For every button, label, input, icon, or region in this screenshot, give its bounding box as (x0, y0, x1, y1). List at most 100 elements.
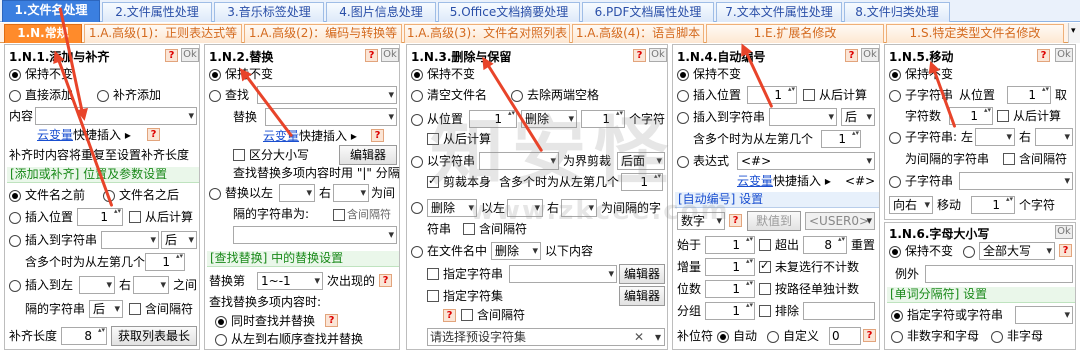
radio-pad-add[interactable] (97, 90, 109, 102)
start-stepper[interactable]: 1 (705, 235, 755, 254)
find-input[interactable] (257, 86, 397, 104)
overflow-stepper[interactable]: 8 (803, 235, 847, 254)
radio-find[interactable] (209, 90, 221, 102)
radio-from-pos[interactable] (411, 114, 423, 126)
replace-input[interactable] (265, 108, 397, 126)
sep-input[interactable] (233, 226, 397, 244)
tab-music-tag[interactable]: 3.音乐标签处理 (214, 2, 324, 22)
direction-select[interactable]: 向右 (889, 196, 933, 214)
radio-insert-str[interactable] (9, 235, 21, 247)
subtab-regex[interactable]: 1.A.高级(1)：正则表达式等 (84, 24, 242, 43)
sub-str-input[interactable] (959, 172, 1073, 190)
help-icon[interactable]: ? (1037, 49, 1050, 62)
help-icon[interactable]: ? (325, 314, 338, 327)
default-button[interactable]: 默值到 (747, 211, 801, 231)
quick-insert-button[interactable]: 快捷插入 ▸ (299, 128, 357, 144)
help-icon[interactable]: ? (845, 49, 858, 62)
subtab-name-list[interactable]: 1.A.高级(3)：文件名对照列表 (404, 24, 570, 43)
ok-button[interactable]: Ok (1055, 48, 1073, 62)
subtab-extension[interactable]: 1.E.扩展名修改 (706, 24, 884, 43)
help-icon[interactable]: ? (443, 309, 456, 322)
help-icon[interactable]: ? (365, 49, 378, 62)
group-stepper[interactable]: 1 (705, 301, 755, 320)
multi-stepper[interactable]: 1 (821, 129, 861, 148)
insert-str-input[interactable] (769, 108, 837, 126)
chevron-down-icon[interactable]: ▾ (655, 329, 661, 345)
radio-keep[interactable] (889, 246, 901, 258)
tab-text-file[interactable]: 7.文本文件属性处理 (716, 2, 842, 22)
ok-button[interactable]: Ok (381, 48, 399, 62)
checkbox-from-end[interactable] (997, 110, 1009, 122)
radio-insert-pos[interactable] (677, 90, 689, 102)
case-select[interactable]: 全部大写 (979, 242, 1055, 260)
expression-input[interactable]: <#> (737, 152, 875, 170)
tab-image-info[interactable]: 4.图片信息处理 (326, 2, 436, 22)
in-name-mode-select[interactable]: 删除 (491, 242, 541, 260)
user-select[interactable]: <USER0> (805, 212, 875, 230)
radio-sub-str-between[interactable] (889, 132, 901, 144)
checkbox-from-end[interactable] (129, 211, 141, 223)
radio-insert-between[interactable] (9, 280, 21, 292)
right-select[interactable] (333, 184, 369, 202)
move-stepper[interactable]: 1 (971, 195, 1015, 214)
radio-between[interactable] (411, 202, 423, 214)
editor-button[interactable]: 编辑器 (339, 145, 397, 165)
radio-spec[interactable] (891, 310, 903, 322)
content-input[interactable] (35, 107, 197, 125)
custom-pad-input[interactable]: 0 (829, 327, 861, 345)
radio-keep[interactable] (677, 69, 689, 81)
digits-stepper[interactable]: 1 (705, 279, 755, 298)
position-select[interactable]: 后 (161, 231, 197, 249)
radio-insert-str[interactable] (677, 112, 689, 124)
editor-button[interactable]: 编辑器 (619, 264, 665, 284)
subtab-encoding[interactable]: 1.A.高级(2)：编码与转换等 (244, 24, 402, 43)
char-count-stepper[interactable]: 1 (949, 106, 993, 125)
sep-select[interactable]: 后 (89, 300, 123, 318)
radio-non-alnum[interactable] (891, 331, 903, 343)
tab-office[interactable]: 5.Office文档摘要处理 (438, 2, 580, 22)
radio-keep[interactable] (209, 69, 221, 81)
checkbox-exclude[interactable] (759, 305, 771, 317)
help-icon[interactable]: ? (379, 274, 392, 287)
checkbox-spec-str[interactable] (427, 268, 439, 280)
nth-select[interactable]: 1~-1 (257, 272, 323, 290)
radio-auto[interactable] (717, 331, 729, 343)
tab-filename[interactable]: 1.文件名处理 (2, 0, 100, 22)
spec-select[interactable] (1015, 306, 1073, 324)
position-select[interactable]: 后 (841, 108, 875, 126)
help-icon[interactable]: ? (1059, 244, 1072, 257)
checkbox-include-sep-2[interactable] (461, 309, 473, 321)
checkbox-by-path[interactable] (759, 283, 771, 295)
radio-simultaneous[interactable] (215, 316, 227, 328)
checkbox-not-count[interactable] (759, 259, 771, 273)
right-select[interactable] (1035, 128, 1073, 146)
ok-button[interactable]: Ok (1055, 225, 1073, 239)
radio-insert-pos[interactable] (9, 212, 21, 224)
checkbox-include-sep[interactable] (1003, 153, 1015, 165)
tab-file-attr[interactable]: 2.文件属性处理 (102, 2, 212, 22)
radio-before-name[interactable] (9, 190, 21, 202)
left-select[interactable] (975, 128, 1015, 146)
preset-select[interactable]: 请选择预设字符集 ✕ ▾ (427, 328, 665, 346)
ok-button[interactable]: Ok (649, 48, 667, 62)
exclude-input[interactable] (803, 302, 875, 320)
ok-button[interactable]: Ok (861, 48, 879, 62)
radio-sequential[interactable] (215, 334, 227, 346)
step-stepper[interactable]: 1 (705, 257, 755, 276)
exception-input[interactable] (925, 265, 1073, 283)
clear-icon[interactable]: ✕ (634, 329, 644, 345)
from-pos-stepper[interactable]: 1 (1007, 85, 1051, 104)
quick-insert-button[interactable]: 快捷插入 ▸ (773, 173, 831, 189)
help-icon[interactable]: ? (165, 49, 178, 62)
subtab-script[interactable]: 1.A.高级(4)：语言脚本 (572, 24, 704, 43)
checkbox-include-sep[interactable] (333, 209, 345, 221)
radio-with-str[interactable] (411, 156, 423, 168)
radio-keep[interactable] (889, 69, 901, 81)
tab-classify[interactable]: 8.文件归类处理 (844, 2, 950, 22)
radio-in-name[interactable] (411, 246, 423, 258)
var-link[interactable]: 云变量 (37, 127, 73, 143)
radio-expression[interactable] (677, 156, 689, 168)
subtab-normal[interactable]: 1.N.常规 (4, 24, 82, 43)
spec-str-input[interactable] (509, 265, 617, 283)
checkbox-spec-set[interactable] (427, 290, 439, 302)
